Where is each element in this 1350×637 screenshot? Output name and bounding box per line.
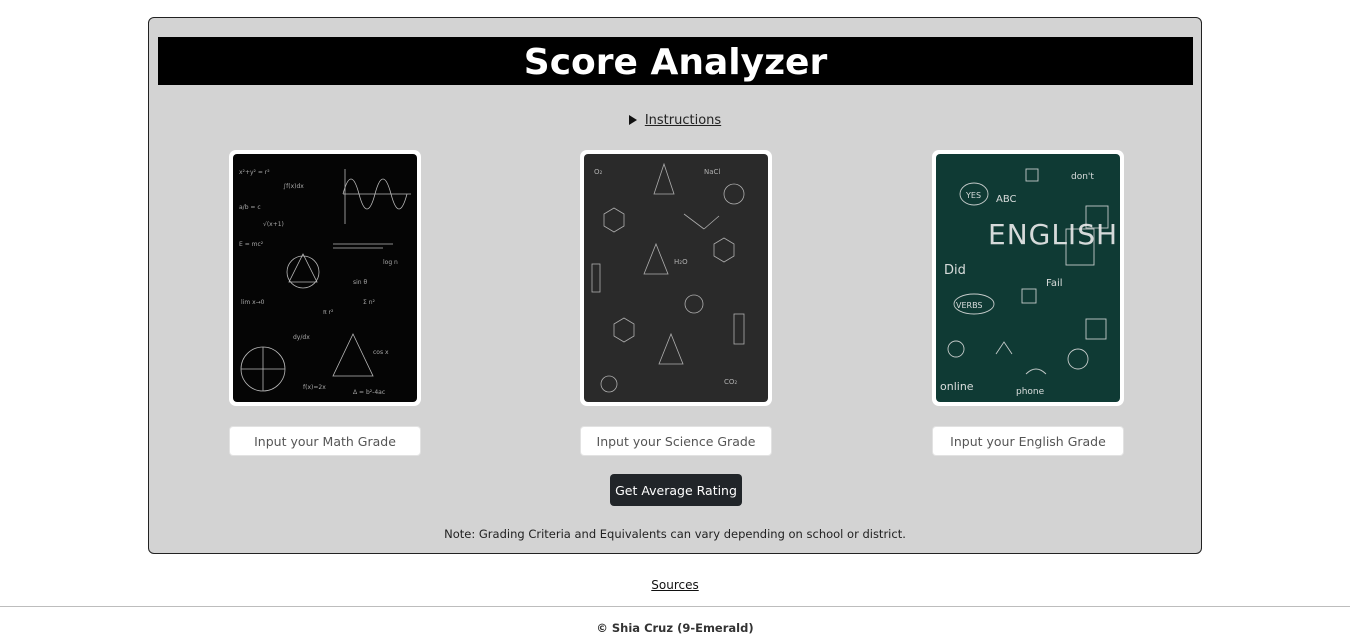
svg-text:VERBS: VERBS (956, 301, 983, 310)
svg-text:Fail: Fail (1046, 278, 1063, 289)
svg-text:x²+y² = r²: x²+y² = r² (239, 169, 270, 176)
svg-text:π r²: π r² (323, 309, 334, 316)
svg-text:H₂O: H₂O (674, 258, 688, 266)
svg-text:f(x)=2x: f(x)=2x (303, 384, 326, 391)
svg-text:don't: don't (1071, 172, 1094, 182)
svg-text:CO₂: CO₂ (724, 378, 737, 386)
svg-text:a/b = c: a/b = c (239, 204, 261, 211)
math-grade-input[interactable] (229, 426, 421, 456)
english-grade-input[interactable] (932, 426, 1124, 456)
svg-text:cos x: cos x (373, 349, 389, 356)
svg-text:ENGLISH: ENGLISH (988, 218, 1118, 251)
footer-copyright: © Shia Cruz (9-Emerald) (596, 621, 754, 635)
svg-text:dy/dx: dy/dx (293, 334, 310, 341)
svg-text:Δ = b²-4ac: Δ = b²-4ac (353, 389, 385, 396)
svg-text:online: online (940, 380, 974, 393)
english-card: ENGLISH ABC YES VERBS online Did Fail do… (932, 150, 1124, 406)
footer-divider (0, 606, 1350, 607)
get-average-rating-button[interactable]: Get Average Rating (610, 474, 742, 506)
science-grade-input[interactable] (580, 426, 772, 456)
svg-text:phone: phone (1016, 387, 1045, 397)
svg-text:sin θ: sin θ (353, 279, 368, 286)
svg-text:ABC: ABC (996, 194, 1017, 205)
svg-text:√(x+1): √(x+1) (263, 221, 284, 228)
main-panel: Score Analyzer Instructions x²+y² = r² ∫f… (148, 17, 1202, 554)
sources-link-container: Sources (0, 578, 1350, 592)
svg-text:∫f(x)dx: ∫f(x)dx (283, 183, 304, 190)
grading-note: Note: Grading Criteria and Equivalents c… (444, 527, 906, 541)
svg-text:YES: YES (965, 191, 981, 200)
svg-text:lim x→0: lim x→0 (241, 299, 265, 306)
instructions-toggle[interactable]: Instructions (149, 113, 1201, 128)
svg-text:Did: Did (944, 263, 966, 278)
science-chalkboard-image: H₂O CO₂ O₂ NaCl (584, 154, 768, 402)
instructions-label[interactable]: Instructions (645, 113, 721, 128)
math-chalkboard-image: x²+y² = r² ∫f(x)dx a/b = c √(x+1) E = mc² s… (233, 154, 417, 402)
science-card: H₂O CO₂ O₂ NaCl (580, 150, 772, 406)
sources-link[interactable]: Sources (651, 578, 698, 592)
svg-text:O₂: O₂ (594, 168, 603, 176)
svg-text:log n: log n (383, 259, 398, 266)
math-card: x²+y² = r² ∫f(x)dx a/b = c √(x+1) E = mc² s… (229, 150, 421, 406)
english-chalkboard-image: ENGLISH ABC YES VERBS online Did Fail do… (936, 154, 1120, 402)
svg-text:Σ n²: Σ n² (363, 299, 376, 306)
page-title: Score Analyzer (158, 37, 1193, 85)
disclosure-triangle-icon[interactable] (628, 115, 637, 125)
svg-text:NaCl: NaCl (704, 168, 720, 176)
svg-text:E = mc²: E = mc² (239, 241, 264, 248)
